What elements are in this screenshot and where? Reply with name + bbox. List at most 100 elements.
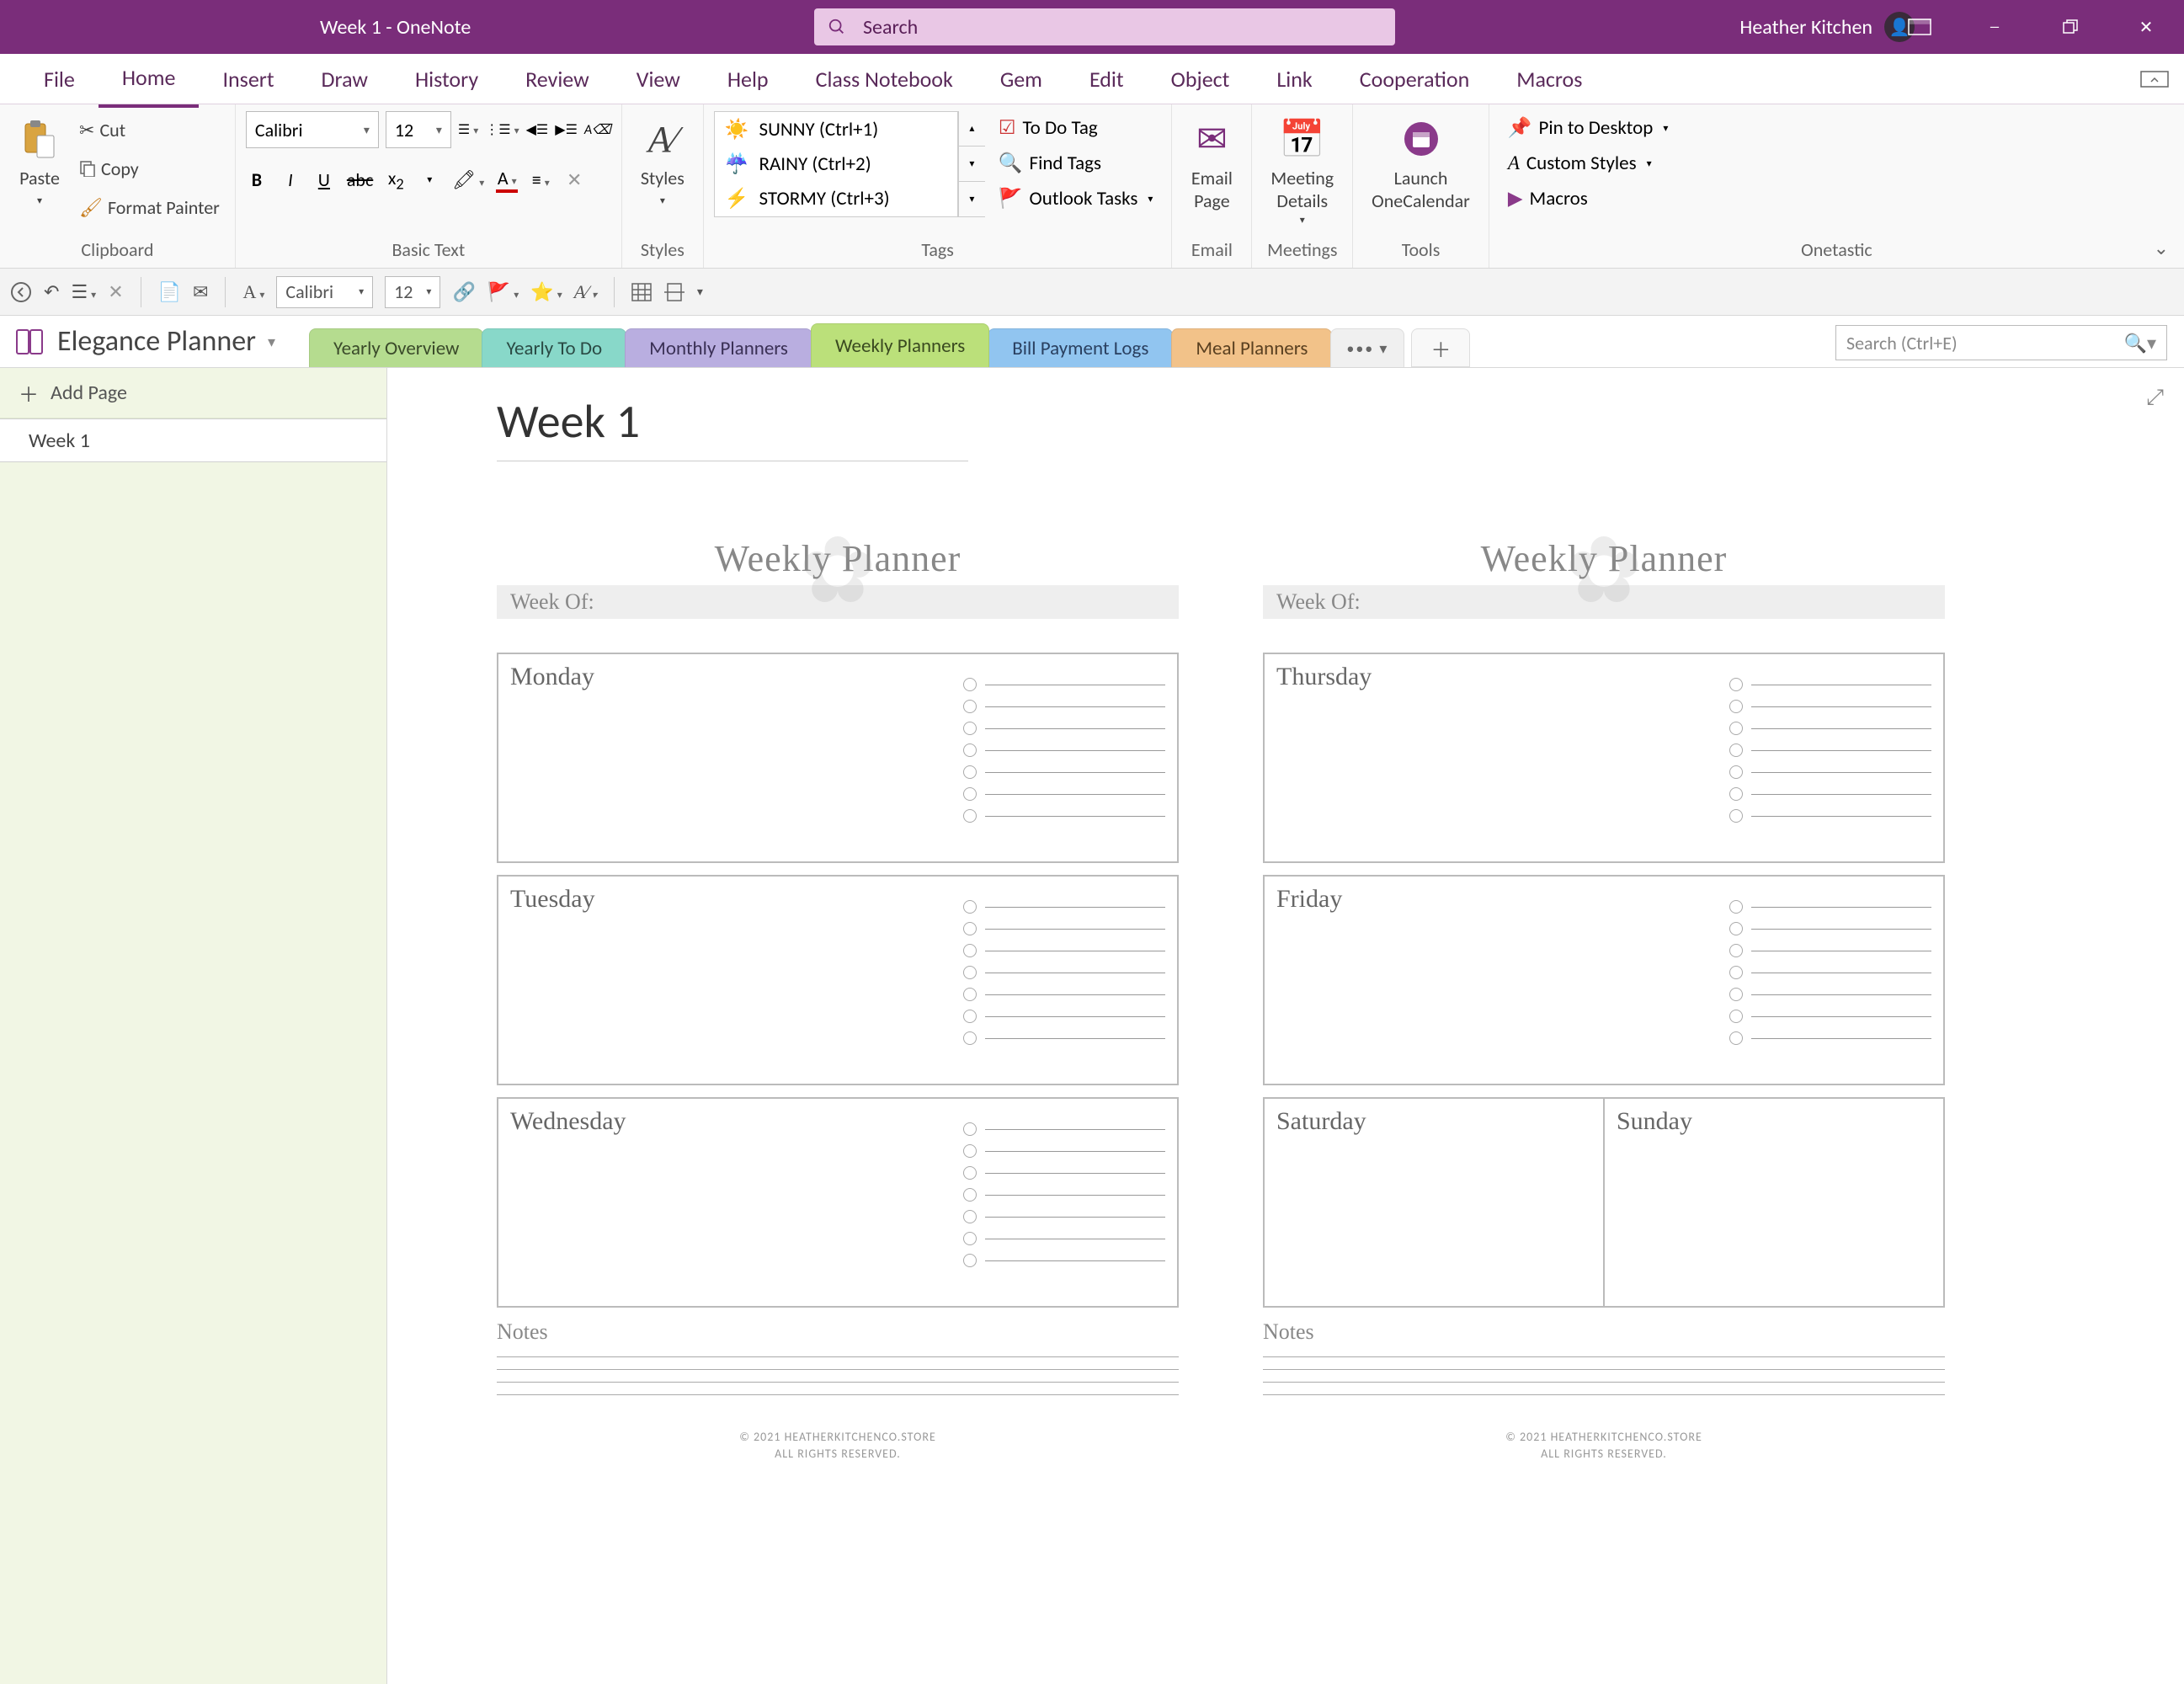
minimize-button[interactable]: ─ [1957, 0, 2032, 54]
numbering-button[interactable]: ⋮☰ [485, 121, 519, 138]
page-width-qat-button[interactable] [663, 283, 685, 301]
strikethrough-button[interactable]: abc [347, 168, 373, 191]
styles-button[interactable]: A⁄ Styles ▾ [632, 111, 693, 212]
page-title[interactable]: Week 1 [497, 393, 968, 461]
ribbon-group-styles: A⁄ Styles ▾ Styles [622, 104, 704, 268]
underline-button[interactable]: U [313, 168, 335, 191]
menu-view[interactable]: View [613, 52, 704, 106]
list-dropdown-button[interactable]: ☰ [71, 280, 96, 303]
format-painter-icon: 🖌 [79, 196, 103, 219]
custom-styles-button[interactable]: ACustom Styles▾ [1500, 147, 1677, 180]
notebook-search[interactable]: Search (Ctrl+E) 🔍▾ [1835, 325, 2167, 360]
add-page-button[interactable]: ＋ Add Page [0, 368, 386, 418]
close-button[interactable]: ✕ [2108, 0, 2184, 54]
bullets-button[interactable]: ☰ [458, 121, 478, 138]
launch-onecalendar-button[interactable]: Launch OneCalendar [1363, 111, 1478, 217]
email-page-button[interactable]: ✉Email Page [1182, 111, 1241, 217]
find-tags-button[interactable]: 🔍Find Tags [990, 147, 1162, 180]
font-color-qat-button[interactable]: A⁄ [574, 281, 597, 303]
copyright-right: © 2021 HEATHERKITCHENCO.STOREALL RIGHTS … [1263, 1429, 1945, 1462]
paste-button[interactable]: Paste ▾ [10, 111, 69, 212]
indent-button[interactable]: ▶☰ [555, 121, 578, 138]
clear-formatting-button[interactable]: A⌫ [584, 121, 611, 138]
ribbon-chevron-button[interactable]: ⌄ [2154, 237, 2169, 259]
tab-monthly-planners[interactable]: Monthly Planners [625, 328, 812, 367]
menu-edit[interactable]: Edit [1066, 52, 1148, 106]
menu-gem[interactable]: Gem [977, 52, 1066, 106]
page-canvas[interactable]: ⤢ Week 1 ✿ Weekly Planner Week Of: Monda… [387, 368, 2184, 1684]
delete-qat-button[interactable]: ✕ [108, 280, 123, 303]
menu-macros[interactable]: Macros [1493, 52, 1606, 106]
tab-add-section[interactable]: ＋ [1411, 328, 1470, 367]
collapse-ribbon-button[interactable] [2140, 71, 2169, 88]
font-family-select[interactable]: Calibri▾ [246, 111, 379, 148]
tag-gallery[interactable]: ☀️SUNNY (Ctrl+1) ☔RAINY (Ctrl+2) ⚡STORMY… [714, 111, 958, 217]
font-size-qat[interactable]: 12▾ [385, 276, 440, 308]
maximize-button[interactable] [2032, 0, 2108, 54]
back-button[interactable] [10, 281, 32, 303]
notes-label-left: Notes [497, 1319, 1179, 1345]
star-qat-button[interactable]: ⭐ [530, 280, 562, 303]
tag-gallery-scroll[interactable]: ▴▾▾ [958, 111, 985, 217]
highlight-button[interactable]: 🖍 [452, 168, 484, 191]
flag-qat-button[interactable]: 🚩 [487, 280, 519, 303]
new-page-qat-button[interactable]: 📄 [158, 280, 181, 303]
menu-class-notebook[interactable]: Class Notebook [792, 52, 977, 106]
delete-button[interactable]: ✕ [563, 168, 585, 191]
global-search[interactable]: Search [814, 8, 1395, 45]
search-icon [828, 18, 846, 36]
tab-meal-planners[interactable]: Meal Planners [1171, 328, 1332, 367]
menu-link[interactable]: Link [1253, 52, 1335, 106]
macros-button[interactable]: ▶Macros [1500, 182, 1677, 216]
tag-stormy[interactable]: ⚡STORMY (Ctrl+3) [715, 182, 957, 216]
font-family-qat[interactable]: Calibri▾ [276, 276, 373, 308]
menu-insert[interactable]: Insert [199, 52, 297, 106]
subscript-button[interactable]: x2 [385, 167, 407, 193]
search-placeholder: Search [863, 15, 918, 40]
table-qat-button[interactable] [631, 283, 652, 301]
tab-more[interactable]: ••• ▾ [1330, 328, 1404, 367]
checkbox-icon: ☑ [999, 116, 1016, 140]
outlook-tasks-button[interactable]: 🚩Outlook Tasks▾ [990, 182, 1162, 216]
macros-icon: ▶ [1508, 187, 1523, 210]
format-painter-button[interactable]: 🖌Format Painter [74, 189, 225, 226]
notebook-selector[interactable]: Elegance Planner ▾ [13, 324, 275, 367]
menu-draw[interactable]: Draw [298, 52, 392, 106]
email-qat-button[interactable]: ✉ [193, 280, 208, 303]
font-size-select[interactable]: 12▾ [386, 111, 451, 148]
menu-object[interactable]: Object [1148, 52, 1254, 106]
tab-yearly-overview[interactable]: Yearly Overview [309, 328, 483, 367]
menu-home[interactable]: Home [99, 51, 200, 108]
tab-yearly-todo[interactable]: Yearly To Do [482, 328, 626, 367]
italic-button[interactable]: I [280, 168, 301, 191]
calendar-icon [1403, 116, 1440, 162]
font-color-button[interactable]: A [496, 167, 518, 193]
menu-file[interactable]: File [20, 52, 99, 106]
user-account[interactable]: Heather Kitchen 👤 [1739, 12, 1915, 42]
align-button[interactable]: ≡ [530, 168, 551, 191]
meeting-details-button[interactable]: 📅Meeting Details▾ [1262, 111, 1342, 232]
page-sidebar: ＋ Add Page Week 1 [0, 368, 387, 1684]
pin-to-desktop-button[interactable]: 📌Pin to Desktop▾ [1500, 111, 1677, 145]
ribbon-display-button[interactable] [1899, 7, 1940, 47]
page-item-week1[interactable]: Week 1 [0, 418, 386, 462]
bold-button[interactable]: B [246, 168, 268, 191]
menu-history[interactable]: History [392, 52, 502, 106]
more-qat-button[interactable]: ▾ [697, 285, 703, 299]
tab-weekly-planners[interactable]: Weekly Planners [811, 323, 989, 367]
menu-review[interactable]: Review [502, 52, 613, 106]
menu-help[interactable]: Help [704, 52, 792, 106]
undo-button[interactable]: ↶ [44, 280, 59, 303]
planner-header-left: ✿ Weekly Planner [497, 537, 1179, 580]
tag-sunny[interactable]: ☀️SUNNY (Ctrl+1) [715, 112, 957, 147]
copy-button[interactable]: Copy [74, 150, 225, 187]
fullscreen-button[interactable]: ⤢ [2146, 383, 2164, 411]
tab-bill-payment[interactable]: Bill Payment Logs [988, 328, 1173, 367]
cut-button[interactable]: ✂Cut [74, 111, 225, 148]
todo-tag-button[interactable]: ☑To Do Tag [990, 111, 1162, 145]
link-qat-button[interactable]: 🔗 [452, 280, 475, 303]
tag-rainy[interactable]: ☔RAINY (Ctrl+2) [715, 147, 957, 181]
font-qat-button[interactable]: A [242, 281, 264, 303]
outdent-button[interactable]: ◀☰ [526, 121, 549, 138]
menu-cooperation[interactable]: Cooperation [1336, 52, 1493, 106]
